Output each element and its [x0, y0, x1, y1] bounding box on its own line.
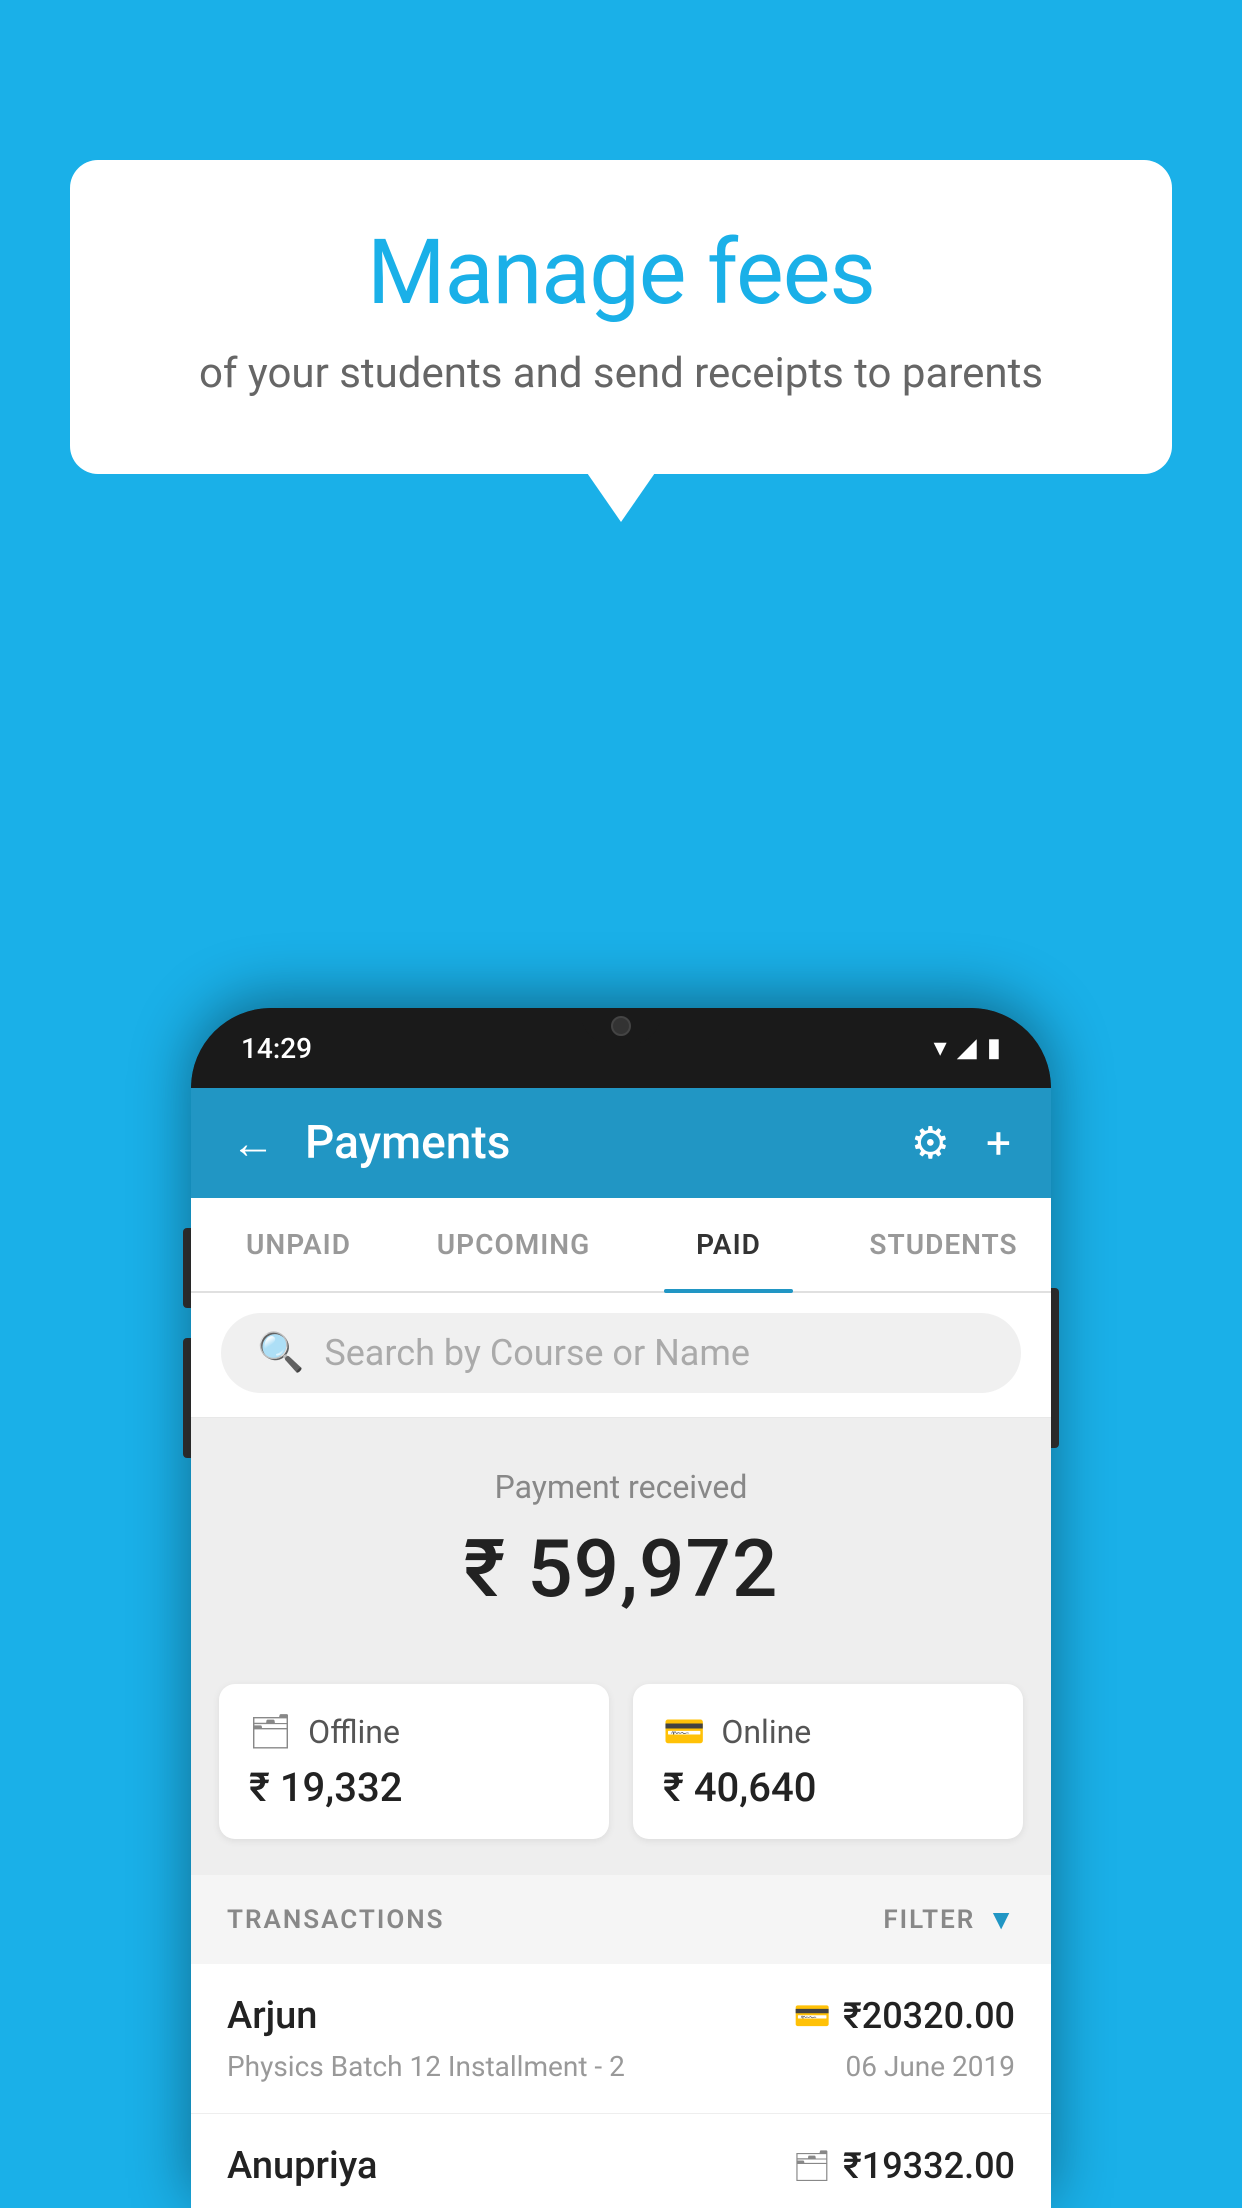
- online-card-amount: ₹ 40,640: [663, 1764, 993, 1811]
- header-icons: ⚙ +: [911, 1117, 1011, 1169]
- status-time: 14:29: [241, 1032, 312, 1065]
- tab-paid[interactable]: PAID: [621, 1198, 836, 1291]
- tab-unpaid[interactable]: UNPAID: [191, 1198, 406, 1291]
- transaction-name-2: Anupriya: [227, 2144, 377, 2188]
- payment-cards: 🗂 Offline ₹ 19,332 💳 Online ₹ 40,640: [191, 1656, 1051, 1875]
- filter-icon: ▼: [987, 1903, 1015, 1936]
- speech-bubble-title: Manage fees: [150, 220, 1092, 325]
- status-icons: ▾ ◢ ▮: [934, 1033, 1001, 1063]
- search-bar[interactable]: 🔍 Search by Course or Name: [221, 1313, 1021, 1393]
- search-input[interactable]: Search by Course or Name: [324, 1332, 750, 1374]
- phone-notch: [581, 1008, 661, 1044]
- transaction-amount-row: 💳 ₹20320.00: [794, 1995, 1015, 2037]
- transactions-label: TRANSACTIONS: [227, 1905, 445, 1935]
- offline-card-type: Offline: [308, 1713, 400, 1751]
- transaction-amount: ₹20320.00: [843, 1995, 1015, 2037]
- speech-bubble-wrapper: Manage fees of your students and send re…: [70, 160, 1172, 474]
- online-card-type: Online: [721, 1713, 811, 1751]
- phone-frame: 14:29 ▾ ◢ ▮ ← Payments ⚙ +: [191, 1008, 1051, 2208]
- payment-received-section: Payment received ₹ 59,972: [191, 1418, 1051, 1656]
- tab-students[interactable]: STUDENTS: [836, 1198, 1051, 1291]
- transaction-item-partial[interactable]: Anupriya 🗂 ₹19332.00: [191, 2114, 1051, 2208]
- online-payment-card: 💳 Online ₹ 40,640: [633, 1684, 1023, 1839]
- offline-payment-card: 🗂 Offline ₹ 19,332: [219, 1684, 609, 1839]
- back-button[interactable]: ←: [231, 1117, 275, 1169]
- wifi-icon: ▾: [934, 1033, 947, 1063]
- offline-card-amount: ₹ 19,332: [249, 1764, 579, 1811]
- filter-row[interactable]: FILTER ▼: [883, 1903, 1015, 1936]
- phone-side-button-volume-up: [183, 1228, 191, 1308]
- battery-icon: ▮: [987, 1033, 1001, 1063]
- add-icon[interactable]: +: [986, 1117, 1011, 1169]
- status-bar: 14:29 ▾ ◢ ▮: [191, 1008, 1051, 1088]
- signal-icon: ◢: [957, 1033, 977, 1063]
- payment-received-amount: ₹ 59,972: [221, 1522, 1021, 1616]
- transaction-name: Arjun: [227, 1994, 317, 2038]
- transaction-date: 06 June 2019: [845, 2050, 1015, 2083]
- transaction-item[interactable]: Arjun 💳 ₹20320.00 Physics Batch 12 Insta…: [191, 1964, 1051, 2114]
- search-container: 🔍 Search by Course or Name: [191, 1293, 1051, 1418]
- transaction-payment-icon: 💳: [794, 1999, 831, 2034]
- transaction-amount-2: ₹19332.00: [843, 2145, 1015, 2187]
- offline-card-icon: 🗂: [249, 1712, 292, 1752]
- transactions-header: TRANSACTIONS FILTER ▼: [191, 1875, 1051, 1964]
- speech-bubble: Manage fees of your students and send re…: [70, 160, 1172, 474]
- online-card-icon: 💳: [663, 1712, 705, 1752]
- transaction-description: Physics Batch 12 Installment - 2: [227, 2050, 625, 2083]
- tab-upcoming[interactable]: UPCOMING: [406, 1198, 621, 1291]
- phone-side-button-volume-down: [183, 1338, 191, 1458]
- phone-side-button-power: [1051, 1288, 1059, 1448]
- filter-label: FILTER: [883, 1905, 975, 1935]
- speech-bubble-subtitle: of your students and send receipts to pa…: [150, 345, 1092, 404]
- tabs-bar: UNPAID UPCOMING PAID STUDENTS: [191, 1198, 1051, 1293]
- page-title: Payments: [305, 1116, 881, 1170]
- app-header: ← Payments ⚙ +: [191, 1088, 1051, 1198]
- transaction-amount-row-2: 🗂 ₹19332.00: [793, 2145, 1015, 2187]
- phone-wrapper: 14:29 ▾ ◢ ▮ ← Payments ⚙ +: [191, 1008, 1051, 2208]
- phone-camera: [611, 1016, 631, 1036]
- transaction-offline-icon: 🗂: [793, 2149, 831, 2184]
- settings-icon[interactable]: ⚙: [911, 1117, 950, 1169]
- payment-received-label: Payment received: [221, 1468, 1021, 1506]
- search-icon: 🔍: [257, 1331, 304, 1375]
- app-screen: ← Payments ⚙ + UNPAID UPCOMING PAID: [191, 1088, 1051, 2208]
